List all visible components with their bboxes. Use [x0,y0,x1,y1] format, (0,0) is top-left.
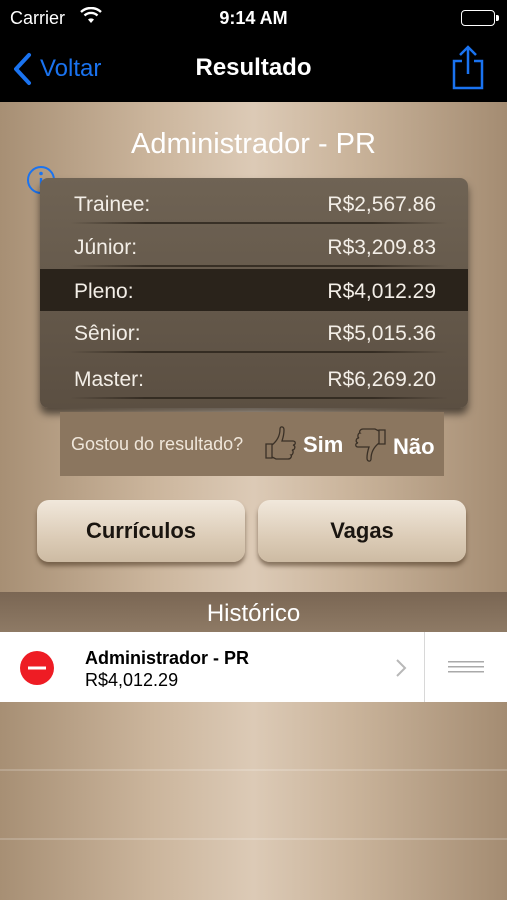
vagas-button[interactable]: Vagas [258,500,466,562]
thumbs-down-icon[interactable] [353,426,387,464]
curriculos-button[interactable]: Currículos [37,500,245,562]
salary-row-pleno[interactable]: Pleno: R$4,012.29 [40,269,468,311]
salary-row-trainee[interactable]: Trainee: R$2,567.86 [40,182,468,224]
clock: 9:14 AM [219,8,288,28]
history-row[interactable]: Administrador - PR R$4,012.29 [0,632,507,702]
salary-value: R$6,269.20 [327,368,436,391]
salary-row-master[interactable]: Master: R$6,269.20 [40,357,468,399]
history-header: Histórico [0,592,507,632]
divider [424,632,425,702]
feedback-no-button[interactable]: Não [393,434,435,460]
salary-level-label: Júnior: [74,236,138,259]
reorder-handle-icon[interactable] [448,660,484,674]
feedback-yes-button[interactable]: Sim [303,432,343,458]
salary-value: R$5,015.36 [327,322,436,345]
chevron-right-icon [396,659,407,677]
delete-icon[interactable] [20,651,54,685]
salary-level-label: Sênior: [74,322,141,345]
history-item-value: R$4,012.29 [85,670,179,690]
salary-row-junior[interactable]: Júnior: R$3,209.83 [40,225,468,267]
empty-table-area [0,702,507,900]
salary-value: R$4,012.29 [327,280,436,303]
status-bar: Carrier 9:14 AM [0,6,507,32]
salary-row-senior[interactable]: Sênior: R$5,015.36 [40,311,468,353]
battery-icon [461,10,499,26]
main-content: Administrador - PR Trainee: R$2,567.86 J… [0,102,507,900]
result-heading: Administrador - PR [131,128,376,160]
salary-level-label: Pleno: [74,280,134,303]
history-item-title: Administrador - PR [85,648,250,668]
salary-level-label: Trainee: [74,193,151,216]
feedback-box: Gostou do resultado? Sim Não [60,412,444,476]
thumbs-up-icon[interactable] [264,424,298,462]
salary-value: R$3,209.83 [327,236,436,259]
salary-level-label: Master: [74,368,145,391]
share-icon[interactable] [451,44,485,90]
top-bar: Carrier 9:14 AM Voltar Resultado [0,0,507,102]
salary-value: R$2,567.86 [327,193,436,216]
page-title: Resultado [195,54,312,81]
feedback-question: Gostou do resultado? [71,434,244,454]
salary-panel: Trainee: R$2,567.86 Júnior: R$3,209.83 P… [40,178,468,408]
